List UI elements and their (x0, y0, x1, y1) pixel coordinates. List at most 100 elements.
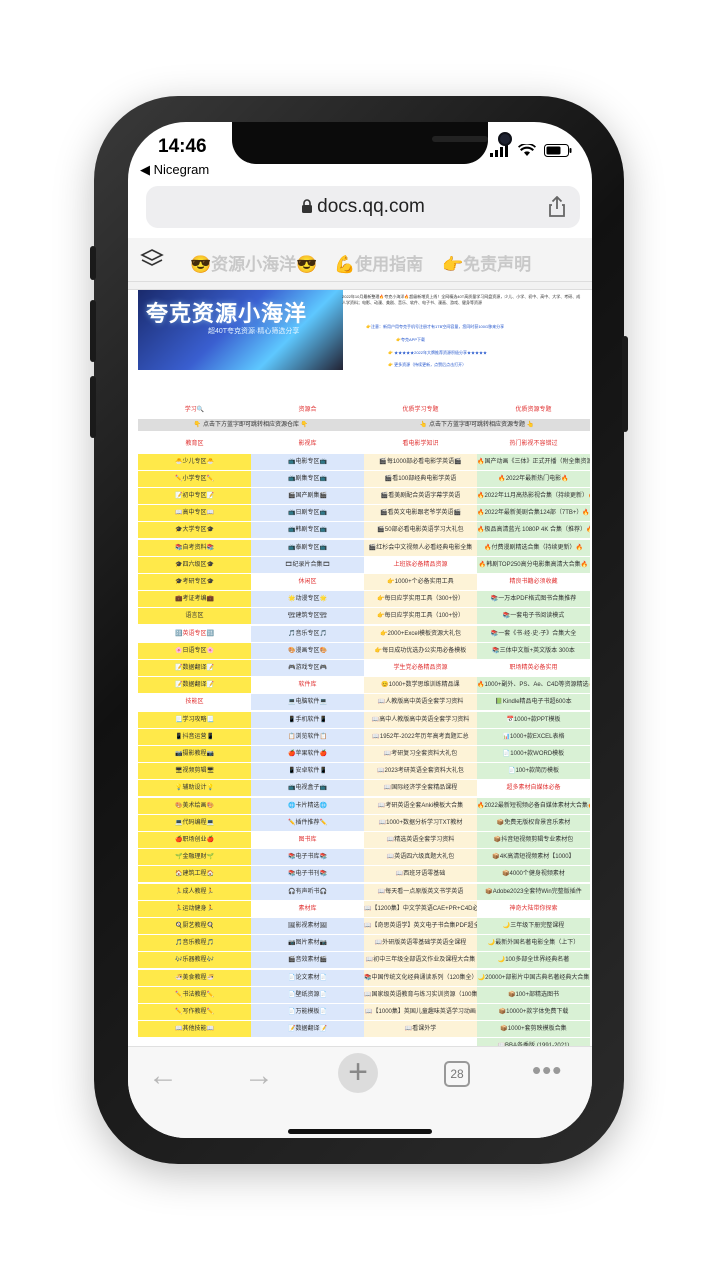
resource-link-cell[interactable]: 🔥国产动画《三体》正式开播（附全集资源）🔥 (477, 453, 590, 470)
resource-link-cell[interactable]: 📺剧集专区📺 (251, 470, 364, 487)
resource-link-cell[interactable]: ✏️书法教程✏️ (138, 986, 251, 1003)
resource-link-cell[interactable]: 📗Kindle精品电子书超600本 (477, 694, 590, 711)
resource-link-cell[interactable]: ✏️小学专区✏️ (138, 470, 251, 487)
resource-link-cell[interactable]: 📖看课外学 (364, 1021, 477, 1038)
resource-link-cell[interactable]: 🎬音效素材🎬 (251, 952, 364, 969)
resource-link-cell[interactable]: 📃学习攻略📃 (138, 711, 251, 728)
resource-link-cell[interactable]: 📝数据翻译📝 (251, 1021, 364, 1038)
resource-link-cell[interactable]: 📺电视盒子📺 (251, 780, 364, 797)
resource-link-cell[interactable]: 👉每日应学实用工具（300+份） (364, 591, 477, 608)
forward-arrow-icon[interactable]: → (244, 1059, 274, 1093)
resource-link-cell[interactable]: 📖2023考研英语全套资料大礼包 (364, 763, 477, 780)
resource-link-cell[interactable]: 🎬看美剧配合英语字幕学英语 (364, 488, 477, 504)
resource-link-cell[interactable]: 📖西班牙语零基础 (364, 866, 477, 883)
resource-link-cell[interactable]: 💻代码编程💻 (138, 814, 251, 831)
resource-link-cell[interactable]: 🌐卡片精选🌐 (251, 797, 364, 814)
resource-link-cell[interactable]: 语言区 (138, 608, 251, 625)
resource-link-cell[interactable] (138, 1038, 251, 1046)
resource-link-cell[interactable]: 🔥2022年最新热门电影🔥 (477, 470, 590, 487)
resource-link-cell[interactable]: 🏃成人教程🏃 (138, 883, 251, 900)
resource-link-cell[interactable]: 🌙三年级下册完整课程 (477, 918, 590, 934)
resource-link-cell[interactable]: 🔥2022年11月高热影视合集（持续更新）🔥 (477, 488, 590, 504)
resource-link-cell[interactable]: 🎬每1000部必看电影学英语🎬 (364, 453, 477, 470)
share-icon[interactable] (548, 196, 566, 218)
resource-link-cell[interactable]: 🍳厨艺教程🍳 (138, 918, 251, 934)
resource-link-cell[interactable]: 🔥极品高清蓝光 1080P 4K 合集（推荐）🔥 (477, 522, 590, 539)
spreadsheet-area[interactable]: 夸克资源小海洋 超40T夸克资源·精心筛选分享 2022年10月最新整理🔥夸克小… (128, 282, 592, 1046)
sheet-tab-disclaimer[interactable]: 👉免责声明 (442, 250, 531, 275)
resource-link-cell[interactable]: 👉每日应学实用工具（100+份） (364, 608, 477, 625)
resource-link-cell[interactable]: 📖高中人教版高中英语全套学习资料 (364, 711, 477, 728)
more-options-icon[interactable]: ••• (532, 1055, 562, 1086)
resource-link-cell[interactable]: 📖BBA各季版 (1991-2021) (477, 1038, 590, 1046)
resource-link-cell[interactable]: 🌙100多部全世界经典名著 (477, 952, 590, 969)
resource-link-cell[interactable]: 🎬国产剧集🎬 (251, 488, 364, 504)
resource-link-cell[interactable]: 📖考研复习全套资料大礼包 (364, 746, 477, 762)
resource-link-cell[interactable]: 📱抖音运营📱 (138, 728, 251, 745)
resource-link-cell[interactable]: 🎮游戏专区🎮 (251, 660, 364, 676)
resource-link-cell[interactable]: 🎨漫画专区🎨 (251, 642, 364, 659)
resource-link-cell[interactable]: 🎓四六级区🎓 (138, 556, 251, 573)
resource-link-cell[interactable]: 🏗建筑专区🏗 (251, 608, 364, 625)
resource-link-cell[interactable]: 🖼影视素材🖼 (251, 918, 364, 934)
notice-link-3[interactable]: 👉 ★★★★★2022年大牌推荐资源积极分享★★★★★ (388, 350, 568, 356)
resource-link-cell[interactable]: 📺电影专区📺 (251, 453, 364, 470)
resource-link-cell[interactable]: 🌙20000+部影片中国古典名著经典大合集 (477, 969, 590, 986)
resource-link-cell[interactable]: 📚一套《书·经·史·子》合集大全 (477, 625, 590, 642)
resource-link-cell[interactable]: 🔥1000+副外、PS、Ae、C4D等资源精选🔥 (477, 677, 590, 694)
resource-link-cell[interactable]: 📖考研英语全套Anki模板大合集 (364, 797, 477, 814)
url-display[interactable]: docs.qq.com (146, 196, 580, 218)
resource-link-cell[interactable]: 🔥韩剧TOP250高分电影集高清大合集🔥 (477, 556, 590, 573)
resource-link-cell[interactable]: 🌙最新外国名著电影全集（上下） (477, 935, 590, 952)
resource-link-cell[interactable]: 📦1000+套剪映模板合集 (477, 1021, 590, 1038)
resource-link-cell[interactable]: 📦100+部精选图书 (477, 986, 590, 1003)
resource-link-cell[interactable]: 🎨美术绘画🎨 (138, 797, 251, 814)
resource-link-cell[interactable]: 👉1000+个必备实用工具 (364, 574, 477, 590)
resource-link-cell[interactable]: 🎬红杉会中文视频人必看经典电影全集 (364, 539, 477, 556)
resource-link-cell[interactable]: 🔥2022年最新美剧合集124部（7TB+）🔥 (477, 505, 590, 522)
notice-link-1[interactable]: 👉注意：新用户用夸克手机号注册才有1TB空间容量，您同时获100G移来分享 (366, 324, 566, 330)
resource-link-cell[interactable]: 👉2000+Excel模板资源大礼包 (364, 625, 477, 642)
resource-link-cell[interactable]: 📄100+款简历模板 (477, 763, 590, 780)
resource-link-cell[interactable]: 🎓考研专区🎓 (138, 574, 251, 590)
resource-link-cell[interactable]: ✏️插件推荐✏️ (251, 814, 364, 831)
resource-link-cell[interactable]: 📖【1000集】英国儿童趣味英语学习动画 (364, 1004, 477, 1020)
resource-link-cell[interactable]: 💻电脑软件💻 (251, 694, 364, 711)
resource-link-cell[interactable]: 📚自考资料📚 (138, 539, 251, 556)
resource-link-cell[interactable]: 📦10000+款字体免费下载 (477, 1004, 590, 1020)
notice-link-4[interactable]: 👉 更多资源（持续更新，点赞后点击打开） (388, 362, 568, 368)
resource-link-cell[interactable]: 🌱金融理财🌱 (138, 849, 251, 866)
resource-link-cell[interactable]: 📦4K高清短视频素材【1000】 (477, 849, 590, 866)
resource-link-cell[interactable]: 📅1000+款PPT模板 (477, 711, 590, 728)
resource-link-cell[interactable]: 📄壁纸资源📄 (251, 986, 364, 1003)
resource-link-cell[interactable]: 😊1000+数学思维训练精品课 (364, 677, 477, 694)
resource-link-cell[interactable]: 📋浏览软件📋 (251, 728, 364, 745)
resource-link-cell[interactable]: 💡辅助设计💡 (138, 780, 251, 797)
resource-link-cell[interactable]: 📖高中专区📖 (138, 505, 251, 522)
resource-link-cell[interactable]: 📖1952年-2022年历年高考真题汇总 (364, 728, 477, 745)
resource-link-cell[interactable]: 📦Adobe2023全套特Win完整版插件 (477, 883, 590, 900)
resource-link-cell[interactable]: 📖【1200集】中文学英语CAE+PR+C4D必学 (364, 900, 477, 917)
resource-link-cell[interactable]: 📄1000+款WORD模板 (477, 746, 590, 762)
new-tab-plus-icon[interactable]: + (338, 1053, 378, 1093)
resource-link-cell[interactable]: 📖初中三年级全部语文作业及课程大合集 (364, 952, 477, 969)
resource-link-cell[interactable]: 👉每日成功优选办公实用必备模板 (364, 642, 477, 659)
resource-link-cell[interactable]: 🎬看100部经典电影学英语 (364, 470, 477, 487)
resource-link-cell[interactable]: 📝数据翻译📝 (138, 677, 251, 694)
resource-link-cell[interactable]: 📖精选英语全套学习资料 (364, 832, 477, 848)
resource-link-cell[interactable]: 📖【奇思英语学】英文电子书合集PDF超全 (364, 918, 477, 934)
resource-link-cell[interactable]: 📄万能模板📄 (251, 1004, 364, 1020)
resource-link-cell[interactable]: 🎬看英文电影跟老爷学英语🎬 (364, 505, 477, 522)
address-bar[interactable]: docs.qq.com (146, 186, 580, 228)
resource-link-cell[interactable] (251, 1038, 364, 1046)
resource-link-cell[interactable]: 🏠建筑工程🏠 (138, 866, 251, 883)
resource-link-cell[interactable]: 📦4000个健身视频素材 (477, 866, 590, 883)
resource-link-cell[interactable]: 🔥付费漫剧精选合集（持续更新）🔥 (477, 539, 590, 556)
resource-link-cell[interactable]: 📚一万本PDF格式图书合集推荐 (477, 591, 590, 608)
resource-link-cell[interactable]: 📺日剧专区📺 (251, 505, 364, 522)
resource-link-cell[interactable]: 🌸日语专区🌸 (138, 642, 251, 659)
resource-link-cell[interactable]: 🖥视频剪辑🖥 (138, 763, 251, 780)
resource-link-cell[interactable]: 📖其他技能📖 (138, 1021, 251, 1038)
sheet-tab-resources[interactable]: 😎资源小海洋😎 (190, 250, 317, 275)
resource-link-cell[interactable]: 🎬50部必看电影英语学习大礼包 (364, 522, 477, 539)
